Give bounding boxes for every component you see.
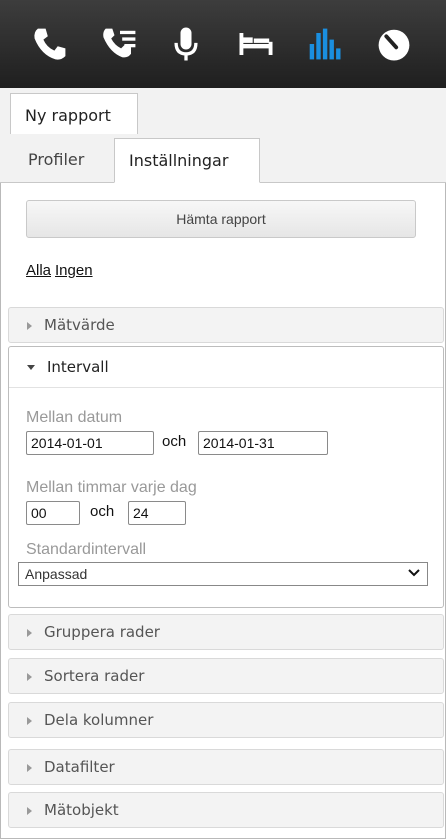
gauge-icon[interactable]: [368, 22, 420, 66]
section-matobjekt[interactable]: Mätobjekt: [8, 792, 444, 828]
section-label: Dela kolumner: [44, 711, 154, 729]
section-dela-kolumner[interactable]: Dela kolumner: [8, 702, 444, 738]
date-from-input[interactable]: [26, 431, 154, 455]
fetch-report-button[interactable]: Hämta rapport: [26, 200, 416, 238]
select-links: Alla Ingen: [26, 262, 97, 279]
triangle-right-icon: [27, 628, 32, 637]
hours-and-label: och: [90, 503, 115, 520]
chevron-down-icon: [408, 569, 420, 577]
report-tabs: Ny rapport: [0, 88, 446, 135]
tab-installningar[interactable]: Inställningar: [114, 138, 260, 183]
hour-to-input[interactable]: [128, 501, 186, 525]
call-list-icon[interactable]: [94, 22, 146, 66]
tab-ny-rapport[interactable]: Ny rapport: [10, 93, 138, 135]
standard-interval-label: Standardintervall: [26, 541, 147, 558]
triangle-right-icon: [27, 716, 32, 725]
triangle-right-icon: [27, 806, 32, 815]
triangle-right-icon: [27, 321, 32, 330]
hours-range-label: Mellan timmar varje dag: [26, 479, 197, 496]
section-label: Sortera rader: [44, 667, 145, 685]
select-none-link[interactable]: Ingen: [55, 262, 93, 279]
standard-interval-select[interactable]: Anpassad: [18, 562, 428, 586]
tab-profiler[interactable]: Profiler: [14, 138, 98, 182]
triangle-down-icon: [27, 365, 35, 370]
section-label: Intervall: [47, 358, 109, 376]
date-and-label: och: [162, 433, 187, 450]
microphone-icon[interactable]: [160, 22, 212, 66]
section-label: Gruppera rader: [44, 623, 160, 641]
bed-icon[interactable]: [230, 22, 282, 66]
section-matvarde[interactable]: Mätvärde: [8, 307, 444, 343]
triangle-right-icon: [27, 763, 32, 772]
section-sortera-rader[interactable]: Sortera rader: [8, 658, 444, 694]
section-datafilter[interactable]: Datafilter: [8, 749, 444, 785]
date-to-input[interactable]: [198, 431, 328, 455]
hour-from-input[interactable]: [26, 501, 80, 525]
select-all-link[interactable]: Alla: [26, 262, 51, 279]
section-gruppera-rader[interactable]: Gruppera rader: [8, 614, 444, 650]
settings-tabs: Profiler Inställningar: [0, 134, 446, 183]
section-label: Mätobjekt: [44, 801, 119, 819]
date-range-label: Mellan datum: [26, 409, 123, 426]
section-label: Mätvärde: [44, 316, 115, 334]
standard-interval-value: Anpassad: [25, 566, 88, 582]
section-intervall-header[interactable]: Intervall: [9, 347, 443, 388]
top-toolbar: [0, 0, 446, 88]
bar-chart-icon[interactable]: [298, 22, 350, 66]
phone-icon[interactable]: [24, 22, 76, 66]
section-label: Datafilter: [44, 758, 115, 776]
triangle-right-icon: [27, 672, 32, 681]
